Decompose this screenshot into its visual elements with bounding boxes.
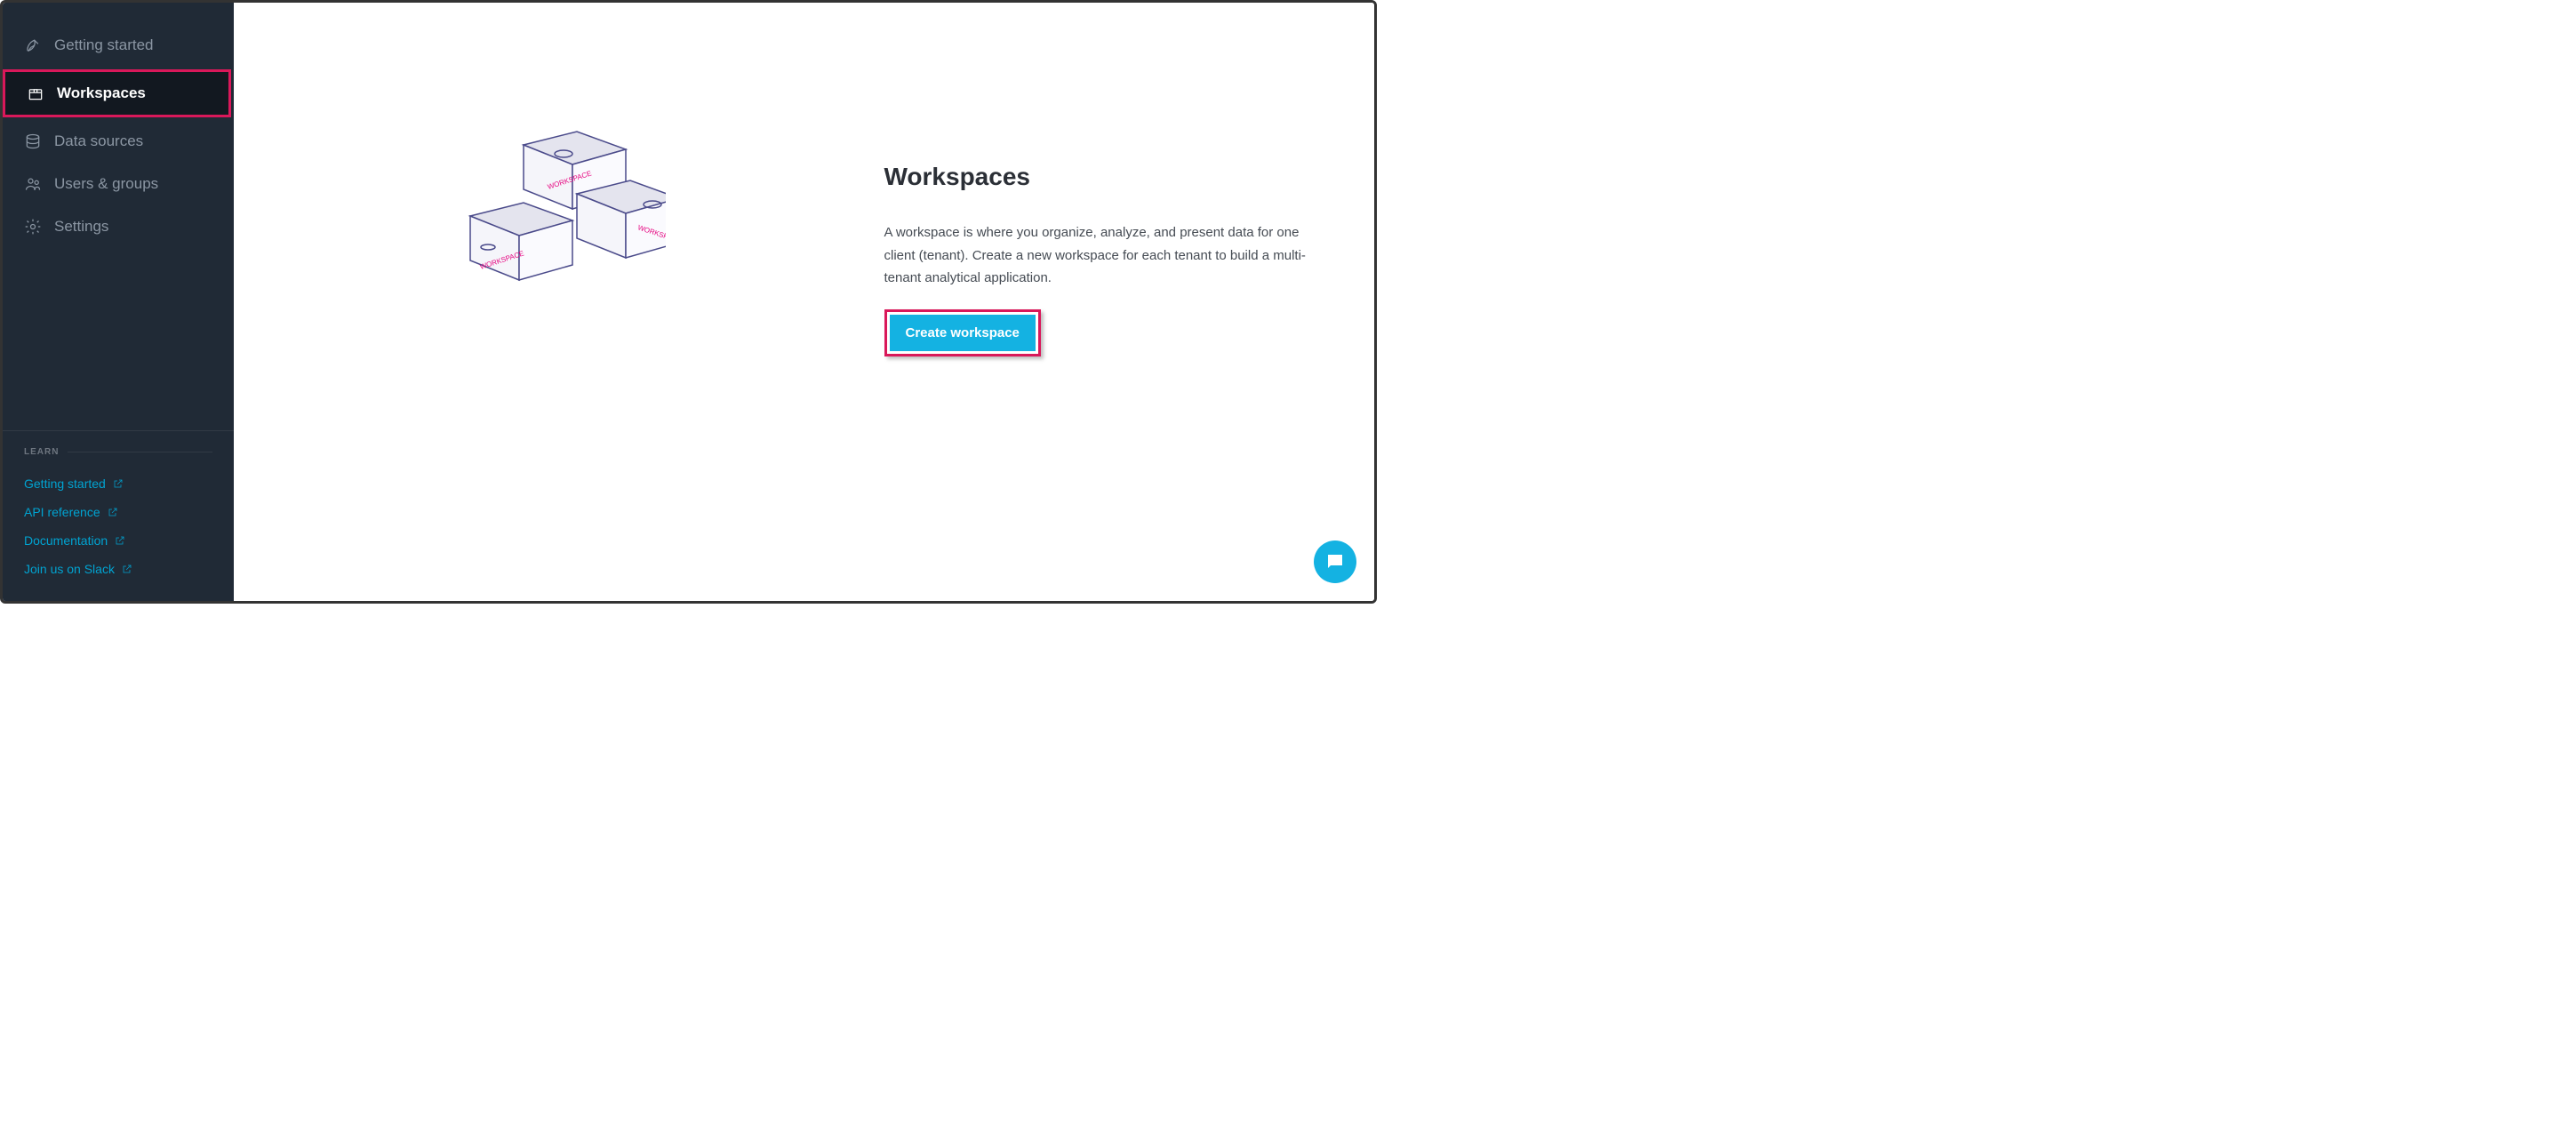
sidebar-item-label: Users & groups [54, 175, 158, 193]
chat-icon [1324, 551, 1346, 573]
sidebar-item-users-groups[interactable]: Users & groups [3, 163, 234, 205]
sidebar-item-label: Settings [54, 218, 108, 236]
sidebar-item-getting-started[interactable]: Getting started [3, 24, 234, 67]
database-icon [24, 132, 42, 150]
page-description: A workspace is where you organize, analy… [884, 221, 1322, 290]
sidebar-item-settings[interactable]: Settings [3, 205, 234, 248]
chat-widget-button[interactable] [1314, 540, 1356, 583]
learn-link-getting-started[interactable]: Getting started [24, 469, 212, 498]
main-content: WORKSPACE WORKSPACE WORKSPACE [234, 3, 1374, 601]
content-column: Workspaces A workspace is where you orga… [804, 109, 1322, 356]
box-icon [27, 84, 44, 102]
learn-link-label: API reference [24, 505, 100, 519]
external-link-icon [122, 564, 132, 574]
learn-link-label: Documentation [24, 533, 108, 548]
page-title: Workspaces [884, 163, 1322, 191]
sidebar-item-label: Workspaces [57, 84, 146, 102]
external-link-icon [113, 478, 124, 489]
app-frame: Getting started Workspaces Data sources … [0, 0, 1377, 604]
external-link-icon [115, 535, 125, 546]
learn-section: LEARN Getting started API reference Docu… [3, 430, 234, 583]
sidebar-item-label: Getting started [54, 36, 154, 54]
learn-link-documentation[interactable]: Documentation [24, 526, 212, 555]
learn-link-slack[interactable]: Join us on Slack [24, 555, 212, 583]
learn-link-label: Getting started [24, 476, 106, 491]
sidebar: Getting started Workspaces Data sources … [3, 3, 234, 601]
gear-icon [24, 218, 42, 236]
sidebar-item-workspaces[interactable]: Workspaces [5, 72, 228, 115]
highlight-workspaces: Workspaces [3, 69, 231, 117]
users-icon [24, 175, 42, 193]
highlight-create-button: Create workspace [884, 309, 1041, 356]
learn-link-label: Join us on Slack [24, 562, 115, 576]
workspace-illustration: WORKSPACE WORKSPACE WORKSPACE [426, 127, 666, 332]
external-link-icon [108, 507, 118, 517]
sidebar-item-label: Data sources [54, 132, 143, 150]
rocket-icon [24, 36, 42, 54]
sidebar-item-data-sources[interactable]: Data sources [3, 120, 234, 163]
learn-heading: LEARN [24, 447, 212, 457]
learn-link-api-reference[interactable]: API reference [24, 498, 212, 526]
illustration-column: WORKSPACE WORKSPACE WORKSPACE [287, 109, 804, 332]
create-workspace-button[interactable]: Create workspace [890, 315, 1036, 351]
